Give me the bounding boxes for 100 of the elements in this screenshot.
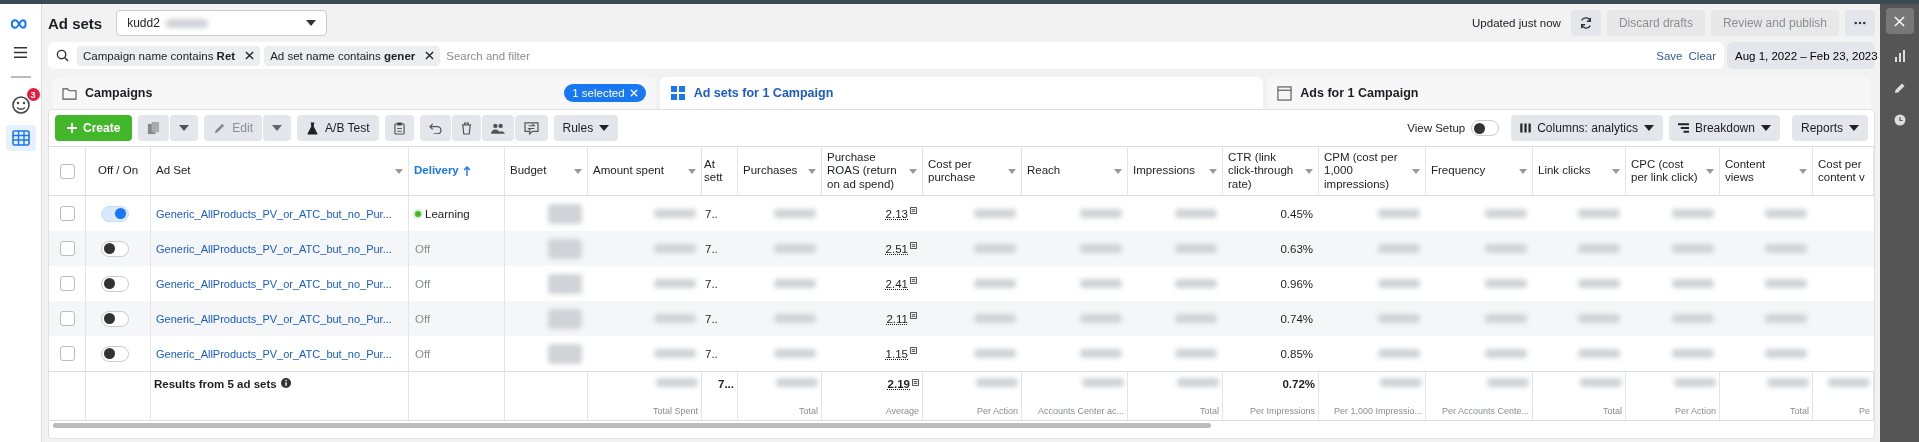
row-checkbox[interactable] <box>59 346 75 361</box>
column-header[interactable]: Link clicks <box>1533 147 1626 195</box>
roas-value[interactable]: 2.41 <box>885 277 908 290</box>
filter-link[interactable]: Clear <box>1688 49 1716 62</box>
ad-set-toggle[interactable] <box>101 240 129 257</box>
column-header[interactable]: Cost per content v <box>1813 147 1874 195</box>
ad-set-toggle[interactable] <box>101 205 129 222</box>
caret-icon <box>688 168 696 174</box>
ad-set-link[interactable]: Generic_AllProducts_PV_or_ATC_but_no_Pur... <box>156 207 392 220</box>
dropdown-button[interactable] <box>263 115 292 141</box>
filter-chip[interactable]: Campaign name contains Ret <box>77 45 261 66</box>
columns-icon <box>1520 123 1532 133</box>
breakdown-button[interactable]: Breakdown <box>1668 115 1780 141</box>
blurred-value <box>1380 378 1422 387</box>
roas-value[interactable]: 2.11 <box>886 312 908 325</box>
total-caption: Per Accounts Cente... <box>1441 406 1529 416</box>
clipboard-icon <box>393 121 405 135</box>
menu-icon[interactable] <box>13 46 28 59</box>
pencil-icon <box>213 121 227 135</box>
tab[interactable]: Ad sets for 1 Campaign <box>659 77 1264 109</box>
view-setup-toggle[interactable] <box>1471 120 1500 136</box>
ad-set-toggle[interactable] <box>101 275 129 292</box>
blurred-value <box>654 209 696 218</box>
roas-value[interactable]: 2.13 <box>885 207 908 220</box>
account-dropdown[interactable]: kudd2 <box>116 10 328 36</box>
update-status: Updated just now <box>1472 17 1561 29</box>
column-header[interactable]: Cost per purchase <box>923 147 1022 195</box>
blurred-value <box>1672 244 1714 253</box>
column-header[interactable]: Content views <box>1720 147 1813 195</box>
selection-badge[interactable]: 1 selected <box>564 84 646 102</box>
row-checkbox[interactable] <box>59 276 75 291</box>
window-icon <box>1277 85 1293 101</box>
reports-button[interactable]: Reports <box>1791 115 1868 141</box>
column-header[interactable]: Budget <box>505 147 588 195</box>
column-header[interactable]: Frequency <box>1426 147 1533 195</box>
column-header[interactable]: CPC (cost per link click) <box>1626 147 1720 195</box>
delete-button[interactable] <box>451 115 481 141</box>
column-header[interactable]: Delivery <box>409 147 505 195</box>
blurred-value <box>1485 244 1527 253</box>
roas-value[interactable]: 1.15 <box>885 347 908 360</box>
column-header[interactable]: Ad Set <box>151 147 409 195</box>
columns-button[interactable]: Columns: analytics <box>1511 115 1663 141</box>
ad-set-toggle[interactable] <box>101 310 129 327</box>
caret-icon <box>1209 168 1217 174</box>
tab[interactable]: Campaigns 1 selected <box>52 77 656 109</box>
clock-icon[interactable] <box>1893 114 1906 126</box>
ad-set-toggle[interactable] <box>101 345 129 362</box>
column-header[interactable]: Amount spent <box>588 147 702 195</box>
duplicate-button[interactable] <box>138 115 170 141</box>
dropdown-button[interactable] <box>170 115 199 141</box>
column-header[interactable]: Purchase ROAS (return on ad spend) <box>822 147 923 195</box>
date-range-picker[interactable]: Aug 1, 2022 – Feb 23, 2023 <box>1727 42 1875 69</box>
undo-button[interactable] <box>419 115 451 141</box>
row-checkbox[interactable] <box>59 311 75 326</box>
total-caption: Per Impressions <box>1249 406 1315 416</box>
row-checkbox[interactable] <box>59 241 75 256</box>
close-icon[interactable] <box>245 51 255 60</box>
tab[interactable]: Ads for 1 Campaign <box>1267 77 1871 109</box>
pencil-icon[interactable] <box>1893 82 1906 94</box>
column-header[interactable]: Purchases <box>738 147 822 195</box>
total-caption: Pe <box>1859 406 1870 416</box>
ad-set-link[interactable]: Generic_AllProducts_PV_or_ATC_but_no_Pur... <box>156 312 392 325</box>
ad-set-link[interactable]: Generic_AllProducts_PV_or_ATC_but_no_Pur... <box>156 277 392 290</box>
rules-button[interactable]: Rules <box>553 115 619 141</box>
caret-icon <box>179 125 190 131</box>
table-row[interactable]: Generic_AllProducts_PV_or_ATC_but_no_Pur... Off 7.. 2.11 0.74% <box>49 301 1874 336</box>
smiley-icon[interactable] <box>10 95 31 115</box>
select-all-checkbox[interactable] <box>59 163 75 179</box>
search-field[interactable]: Campaign name contains Ret Ad set name contains gener Search and filter Save Clear <box>48 42 1724 69</box>
people-button[interactable] <box>481 115 514 141</box>
total-caption: Per 1,000 Impressio... <box>1333 406 1422 416</box>
column-header[interactable]: CPM (cost per 1,000 impressions) <box>1319 147 1426 195</box>
total-value: 7... <box>718 378 734 390</box>
column-header[interactable]: CTR (link click-through rate) <box>1223 147 1319 195</box>
filter-link[interactable]: Save <box>1656 49 1683 62</box>
filter-chip[interactable]: Ad set name contains gener <box>264 45 441 66</box>
blurred-value <box>974 279 1016 288</box>
table-icon[interactable] <box>5 125 36 151</box>
info-icon[interactable] <box>280 378 291 388</box>
table-row[interactable]: Generic_AllProducts_PV_or_ATC_but_no_Pur... Off 7.. 2.51 0.63% <box>49 231 1874 266</box>
close-button[interactable] <box>1885 8 1914 34</box>
column-header[interactable]: Impressions <box>1128 147 1223 195</box>
table-row[interactable]: Generic_AllProducts_PV_or_ATC_but_no_Pur... Off 7.. 1.15 0.85% <box>49 336 1874 371</box>
close-icon[interactable] <box>425 51 435 60</box>
roas-value[interactable]: 2.51 <box>885 242 908 255</box>
blurred-value <box>1175 314 1217 323</box>
swap-button[interactable] <box>514 115 548 141</box>
blurred-value <box>1485 314 1527 323</box>
ad-set-link[interactable]: Generic_AllProducts_PV_or_ATC_but_no_Pur... <box>156 347 392 360</box>
row-checkbox[interactable] <box>59 206 75 221</box>
column-header[interactable]: Reach <box>1022 147 1128 195</box>
column-header[interactable]: Off / On <box>86 147 151 195</box>
blurred-value <box>1672 209 1714 218</box>
refresh-button[interactable] <box>1570 10 1601 36</box>
ad-set-link[interactable]: Generic_AllProducts_PV_or_ATC_but_no_Pur... <box>156 242 392 255</box>
horizontal-scrollbar[interactable] <box>53 423 1211 428</box>
ab-test-button[interactable]: A/B Test <box>297 115 379 141</box>
bar-chart-icon[interactable] <box>1893 50 1906 62</box>
column-header[interactable]: At sett <box>702 147 738 195</box>
clipboard-button[interactable] <box>384 115 414 141</box>
